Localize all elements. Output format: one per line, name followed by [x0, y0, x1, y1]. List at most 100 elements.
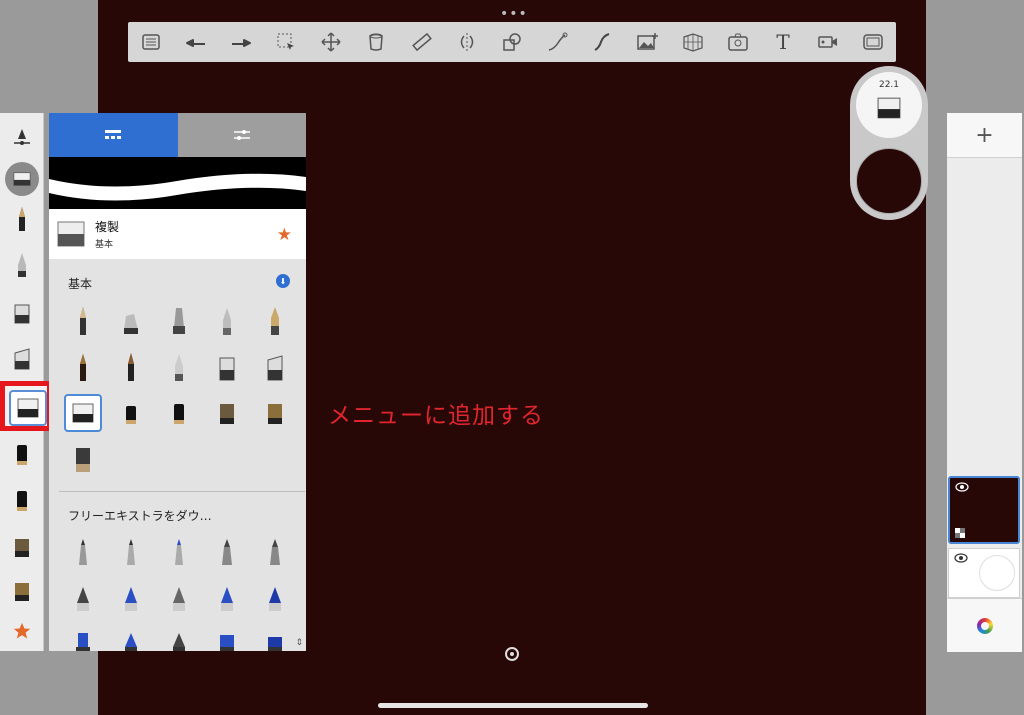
tab-brush-settings[interactable]	[177, 113, 306, 157]
free-extras-brush-grid	[59, 529, 299, 651]
brush-cell[interactable]	[251, 575, 299, 621]
brush-cell[interactable]	[155, 529, 203, 575]
brush-cell[interactable]	[155, 344, 203, 390]
brush-pencil-icon[interactable]	[0, 199, 43, 239]
lagoon-menu-icon[interactable]	[138, 29, 164, 55]
brush-palette-handle-icon[interactable]	[0, 117, 43, 157]
video-icon[interactable]	[815, 29, 841, 55]
puck-brush-icon	[877, 97, 901, 119]
puck-size-value: 22.1	[878, 80, 900, 90]
brush-library-panel: 複製 基本 ★ 基本 ⬇ フリーエキストラをダウ… ⇕	[49, 113, 306, 651]
brush-stroke-preview	[49, 157, 306, 209]
layers-panel: +	[947, 113, 1022, 652]
brush-cell[interactable]	[107, 344, 155, 390]
brush-cell[interactable]	[155, 575, 203, 621]
annotation-label: メニューに追加する	[328, 403, 544, 429]
home-indicator[interactable]	[378, 703, 648, 708]
perspective-icon[interactable]	[680, 29, 706, 55]
pin-icon[interactable]: ⬇	[276, 274, 290, 288]
favorites-star-icon[interactable]	[0, 611, 43, 651]
brush-cell[interactable]	[155, 621, 203, 651]
text-icon[interactable]: T	[770, 29, 796, 55]
eraser-brush-icon	[57, 221, 85, 247]
section-title-free-extras[interactable]: フリーエキストラをダウ…	[68, 507, 212, 524]
undo-icon[interactable]	[183, 29, 209, 55]
brush-cell[interactable]	[203, 529, 251, 575]
brush-cell[interactable]	[59, 298, 107, 344]
brush-marker-icon[interactable]	[0, 245, 43, 285]
brush-puck[interactable]: 22.1	[850, 66, 928, 220]
section-title-basic: 基本	[68, 277, 93, 291]
brush-cell[interactable]	[155, 390, 203, 436]
puck-color-control[interactable]	[856, 148, 922, 214]
top-toolbar: T	[128, 22, 896, 62]
brush-wide-icon[interactable]	[0, 527, 43, 567]
brush-cell[interactable]	[107, 390, 155, 436]
eye-icon[interactable]	[955, 482, 969, 495]
brush-ink-icon[interactable]	[0, 435, 43, 475]
brush-cell[interactable]	[203, 621, 251, 651]
brush-palette-strip	[0, 113, 52, 651]
brush-cell[interactable]	[59, 436, 107, 482]
resize-corner-icon[interactable]: ⇕	[295, 638, 303, 648]
curve-icon[interactable]	[589, 29, 615, 55]
brush-cell[interactable]	[251, 529, 299, 575]
brush-cell[interactable]	[203, 298, 251, 344]
brush-grid-icon	[105, 130, 122, 139]
brush-cell[interactable]	[251, 344, 299, 390]
shape-icon[interactable]	[499, 29, 525, 55]
current-brush-name: 複製	[95, 220, 120, 234]
brush-cell[interactable]	[59, 529, 107, 575]
brush-cell[interactable]	[203, 390, 251, 436]
brush-cell[interactable]	[107, 575, 155, 621]
selected-brush-highlight[interactable]	[0, 381, 52, 431]
brush-cell[interactable]	[251, 390, 299, 436]
fullscreen-icon[interactable]	[860, 29, 886, 55]
sliders-icon	[233, 130, 250, 140]
eye-icon[interactable]	[954, 553, 968, 566]
layer-thumbnail-active[interactable]	[948, 476, 1020, 544]
brush-cell[interactable]	[203, 575, 251, 621]
brush-cell[interactable]	[155, 298, 203, 344]
stroke-icon[interactable]	[544, 29, 570, 55]
multitask-dots[interactable]: •••	[500, 6, 528, 22]
layer-mode-icon	[955, 528, 965, 538]
brush-chisel-marker-icon[interactable]	[0, 339, 43, 379]
brush-cell[interactable]	[203, 344, 251, 390]
brush-cell[interactable]	[107, 529, 155, 575]
brush-ink2-icon[interactable]	[0, 481, 43, 521]
brush-cell[interactable]	[107, 621, 155, 651]
brush-cell[interactable]	[107, 298, 155, 344]
rotate-canvas-icon[interactable]	[504, 646, 520, 662]
brush-cell[interactable]	[59, 621, 107, 651]
fill-icon[interactable]	[363, 29, 389, 55]
brush-wide2-icon[interactable]	[0, 571, 43, 611]
tab-brush-library[interactable]	[49, 113, 178, 157]
brush-cell[interactable]	[251, 621, 299, 651]
brush-cell[interactable]	[59, 575, 107, 621]
symmetry-icon[interactable]	[454, 29, 480, 55]
current-brush-circle[interactable]	[0, 159, 43, 199]
transform-icon[interactable]	[318, 29, 344, 55]
brush-flat-marker-icon[interactable]	[0, 293, 43, 333]
image-icon[interactable]	[634, 29, 660, 55]
section-divider	[59, 491, 305, 492]
timelapse-icon[interactable]	[725, 29, 751, 55]
basic-brush-grid	[59, 298, 299, 482]
ruler-icon[interactable]	[409, 29, 435, 55]
color-picker-button[interactable]	[947, 598, 1022, 652]
puck-size-control[interactable]: 22.1	[856, 72, 922, 138]
selection-icon[interactable]	[273, 29, 299, 55]
favorite-star-icon[interactable]: ★	[277, 225, 292, 245]
brush-cell[interactable]	[251, 298, 299, 344]
current-brush-row[interactable]: 複製 基本 ★	[49, 209, 306, 259]
layer-blend-circle	[979, 555, 1015, 591]
brush-cell[interactable]	[59, 344, 107, 390]
brush-cell-selected[interactable]	[59, 390, 107, 436]
add-layer-button[interactable]: +	[947, 113, 1022, 158]
text-tool-label: T	[776, 30, 790, 54]
layer-thumbnail-background[interactable]	[948, 548, 1020, 598]
current-brush-category: 基本	[95, 240, 114, 250]
redo-icon[interactable]	[228, 29, 254, 55]
color-wheel-icon	[976, 617, 993, 634]
